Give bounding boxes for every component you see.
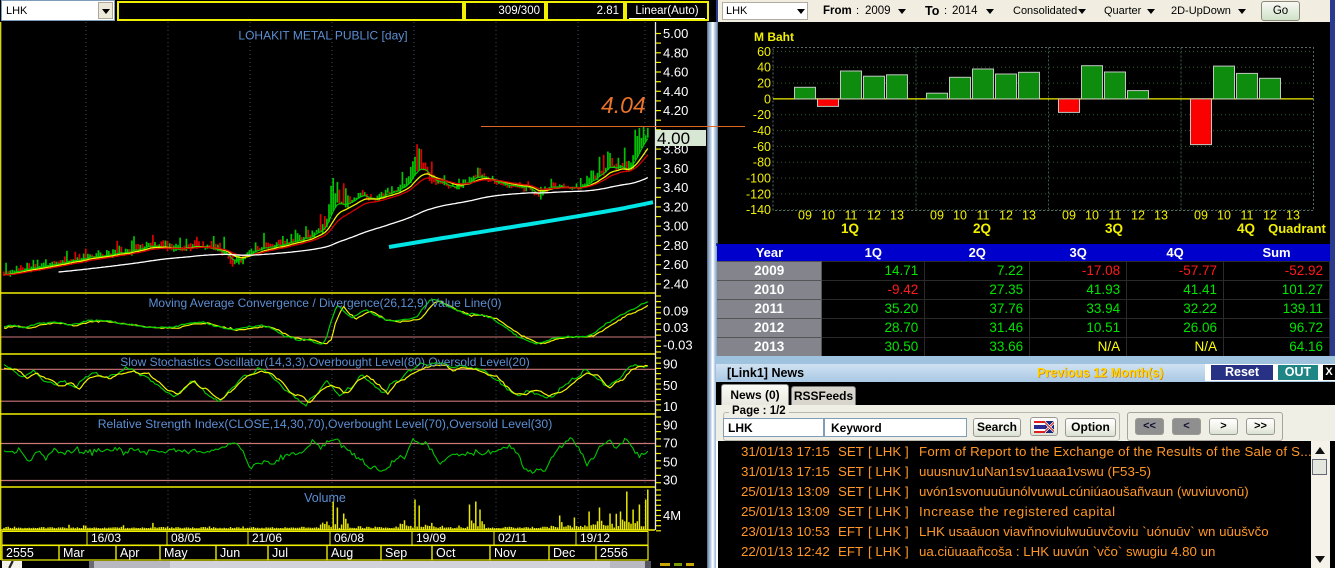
svg-text:10: 10 bbox=[663, 399, 677, 414]
svg-text:-120: -120 bbox=[746, 187, 771, 201]
svg-text:Jun: Jun bbox=[220, 546, 240, 560]
svg-text:0.03: 0.03 bbox=[663, 320, 688, 335]
svg-text:May: May bbox=[164, 546, 188, 560]
svg-text:Dec: Dec bbox=[553, 546, 575, 560]
svg-text:-0.03: -0.03 bbox=[663, 337, 693, 352]
svg-text:50: 50 bbox=[663, 454, 677, 469]
svg-text:19/09: 19/09 bbox=[416, 531, 446, 545]
svg-text:08/05: 08/05 bbox=[171, 531, 201, 545]
svg-text:3.60: 3.60 bbox=[663, 161, 688, 176]
svg-text:09: 09 bbox=[798, 209, 812, 223]
svg-text:-40: -40 bbox=[753, 124, 771, 138]
svg-text:2.40: 2.40 bbox=[663, 277, 688, 292]
svg-text:06/08: 06/08 bbox=[334, 531, 364, 545]
svg-text:Quadrant: Quadrant bbox=[1268, 221, 1326, 236]
svg-text:10: 10 bbox=[953, 209, 967, 223]
svg-text:Sep: Sep bbox=[385, 546, 407, 560]
svg-text:60: 60 bbox=[757, 45, 771, 59]
svg-text:12: 12 bbox=[1131, 209, 1145, 223]
svg-text:2.60: 2.60 bbox=[663, 257, 688, 272]
svg-text:19/12: 19/12 bbox=[580, 531, 610, 545]
svg-text:10: 10 bbox=[1085, 209, 1099, 223]
svg-text:02/11: 02/11 bbox=[498, 531, 527, 545]
svg-text:09: 09 bbox=[1062, 209, 1076, 223]
svg-text:12: 12 bbox=[999, 209, 1013, 223]
svg-text:40: 40 bbox=[757, 61, 771, 75]
svg-text:09: 09 bbox=[1194, 209, 1208, 223]
svg-text:30: 30 bbox=[663, 473, 677, 488]
svg-text:0: 0 bbox=[764, 92, 771, 106]
svg-text:2556: 2556 bbox=[600, 546, 628, 560]
svg-text:2555: 2555 bbox=[6, 546, 34, 560]
svg-text:Jul: Jul bbox=[272, 546, 288, 560]
svg-text:4.40: 4.40 bbox=[663, 84, 688, 99]
svg-text:4Q: 4Q bbox=[1237, 221, 1255, 236]
svg-text:Slow Stochastics Oscillator(14: Slow Stochastics Oscillator(14,3,3),Over… bbox=[120, 355, 530, 369]
svg-text:10: 10 bbox=[1217, 209, 1231, 223]
svg-text:Oct: Oct bbox=[436, 546, 456, 560]
svg-text:09: 09 bbox=[930, 209, 944, 223]
svg-text:13: 13 bbox=[1022, 209, 1036, 223]
svg-text:12: 12 bbox=[867, 209, 881, 223]
svg-text:0.09: 0.09 bbox=[663, 304, 688, 319]
svg-text:5.00: 5.00 bbox=[663, 26, 688, 41]
svg-text:Moving Average Convergence / D: Moving Average Convergence / Divergence(… bbox=[148, 296, 501, 310]
svg-text:4M: 4M bbox=[663, 508, 681, 523]
svg-text:4.80: 4.80 bbox=[663, 45, 688, 60]
svg-text:16/03: 16/03 bbox=[91, 531, 121, 545]
svg-text:-80: -80 bbox=[753, 156, 771, 170]
svg-text:70: 70 bbox=[663, 436, 677, 451]
svg-text:4.00: 4.00 bbox=[657, 129, 690, 148]
svg-text:Aug: Aug bbox=[331, 546, 353, 560]
svg-text:-140: -140 bbox=[746, 203, 771, 217]
svg-text:-20: -20 bbox=[753, 108, 771, 122]
svg-text:21/06: 21/06 bbox=[252, 531, 282, 545]
svg-text:Apr: Apr bbox=[120, 546, 139, 560]
svg-text:-100: -100 bbox=[746, 172, 771, 186]
svg-text:Nov: Nov bbox=[494, 546, 517, 560]
svg-text:3.20: 3.20 bbox=[663, 199, 688, 214]
svg-text:Mar: Mar bbox=[63, 546, 85, 560]
svg-text:20: 20 bbox=[757, 77, 771, 91]
svg-text:4.20: 4.20 bbox=[663, 103, 688, 118]
svg-text:2Q: 2Q bbox=[973, 221, 991, 236]
svg-text:90: 90 bbox=[663, 357, 677, 372]
svg-text:3.00: 3.00 bbox=[663, 219, 688, 234]
svg-text:2.80: 2.80 bbox=[663, 238, 688, 253]
svg-text:3.40: 3.40 bbox=[663, 180, 688, 195]
svg-text:10: 10 bbox=[821, 209, 835, 223]
svg-text:90: 90 bbox=[663, 417, 677, 432]
svg-text:50: 50 bbox=[663, 378, 677, 393]
svg-text:-60: -60 bbox=[753, 140, 771, 154]
svg-text:13: 13 bbox=[1154, 209, 1168, 223]
svg-text:4.60: 4.60 bbox=[663, 65, 688, 80]
svg-text:3Q: 3Q bbox=[1105, 221, 1123, 236]
svg-text:Relative Strength Index(CLOSE,: Relative Strength Index(CLOSE,14,30,70),… bbox=[98, 417, 553, 431]
svg-text:LOHAKIT METAL PUBLIC [day]: LOHAKIT METAL PUBLIC [day] bbox=[238, 29, 407, 43]
svg-text:13: 13 bbox=[890, 209, 904, 223]
svg-text:1Q: 1Q bbox=[841, 221, 859, 236]
svg-text:Volume: Volume bbox=[304, 491, 346, 505]
svg-text:M Baht: M Baht bbox=[754, 30, 794, 44]
